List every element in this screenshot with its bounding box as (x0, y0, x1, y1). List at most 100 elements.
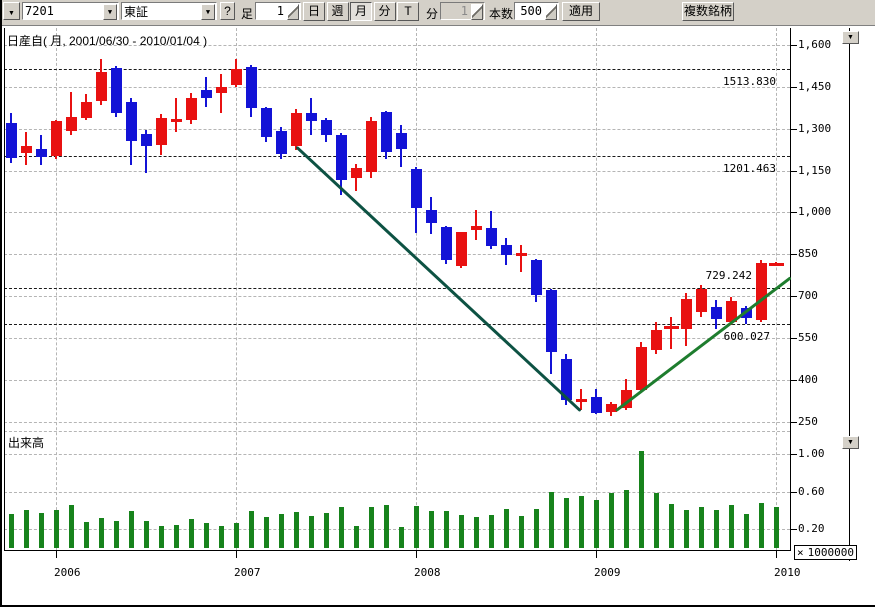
h-gridline (4, 254, 790, 255)
candle-body (231, 69, 242, 86)
price-tick-label: 400 (798, 373, 818, 386)
candle-body (351, 168, 362, 179)
volume-bar (144, 521, 149, 548)
v-gridline (236, 28, 237, 550)
price-tick-label: 1,300 (798, 122, 831, 135)
candle-body (636, 347, 647, 390)
period-button-T[interactable]: T (397, 2, 419, 21)
volume-bar (39, 513, 44, 548)
minutes-input (441, 3, 470, 19)
symbol-input[interactable] (23, 3, 103, 19)
candle-body (201, 90, 212, 98)
volume-bar (309, 516, 314, 548)
candle-body (396, 133, 407, 148)
interval-spinner[interactable] (255, 2, 301, 20)
price-tick (790, 422, 797, 423)
exchange-input[interactable] (122, 3, 200, 19)
spinner-icon[interactable] (545, 4, 557, 20)
symbol-list-dropdown-button[interactable]: ▼ (3, 2, 20, 20)
price-pane-right-border (790, 28, 791, 551)
candle-wick (670, 317, 672, 349)
volume-bar (774, 507, 779, 548)
minutes-spinner (440, 2, 485, 20)
year-label: 2010 (774, 566, 801, 579)
candle-body (756, 263, 767, 320)
chart-app-window: { "toolbar": { "dropdown_icon": "▼", "sy… (0, 0, 875, 607)
candle-body (441, 227, 452, 260)
bars-spinner[interactable] (514, 2, 559, 20)
chevron-down-icon: ▼ (847, 439, 854, 446)
volume-bar (249, 511, 254, 548)
year-tick (236, 550, 237, 558)
volume-bar (564, 498, 569, 548)
period-button-週[interactable]: 週 (327, 2, 349, 21)
volume-bar (639, 451, 644, 548)
candle-body (51, 121, 62, 156)
candle-body (531, 260, 542, 295)
candle-body (501, 245, 512, 254)
multi-symbol-button[interactable]: 複数銘柄 (682, 2, 734, 21)
price-tick (790, 338, 797, 339)
year-label: 2008 (414, 566, 441, 579)
volume-gridline (4, 454, 790, 455)
period-button-月[interactable]: 月 (350, 2, 372, 21)
help-button[interactable]: ? (220, 2, 235, 20)
volume-bar (354, 526, 359, 548)
v-gridline (56, 28, 57, 550)
volume-bar (624, 490, 629, 548)
candle-body (471, 226, 482, 230)
volume-bar (549, 492, 554, 548)
year-tick (416, 550, 417, 558)
interval-input[interactable] (256, 3, 286, 19)
chevron-down-icon: ▼ (847, 34, 854, 41)
symbol-dropdown-arrow[interactable]: ▼ (103, 4, 117, 20)
multiplier-value: 1000000 (808, 546, 854, 559)
year-tick (596, 550, 597, 558)
candle-wick (220, 74, 222, 113)
candle-body (546, 290, 557, 352)
pane-separator (4, 431, 790, 432)
price-scale-dropdown-button[interactable]: ▼ (842, 31, 859, 44)
candle-body (681, 299, 692, 329)
symbol-combobox[interactable]: ▼ (22, 2, 119, 20)
candle-body (321, 120, 332, 135)
price-tick (790, 296, 797, 297)
volume-bar (474, 517, 479, 548)
year-label: 2007 (234, 566, 261, 579)
volume-bar (54, 510, 59, 548)
candle-body (561, 359, 572, 401)
volume-bar (414, 506, 419, 548)
price-pane-left-border (4, 28, 5, 550)
candle-body (81, 102, 92, 118)
volume-bar (99, 518, 104, 548)
volume-bar (234, 523, 239, 548)
exchange-dropdown-arrow[interactable]: ▼ (201, 4, 215, 20)
candle-body (366, 121, 377, 173)
period-button-日[interactable]: 日 (303, 2, 325, 21)
spinner-icon[interactable] (287, 4, 299, 20)
level-line (4, 156, 790, 157)
volume-bar (729, 505, 734, 548)
candle-body (606, 404, 617, 412)
candle-body (576, 399, 587, 402)
volume-bar (204, 523, 209, 548)
volume-bar (594, 500, 599, 548)
apply-button[interactable]: 適用 (562, 2, 600, 21)
volume-bar (219, 526, 224, 548)
bars-label: 本数 (489, 5, 513, 22)
x-axis-line (4, 550, 791, 551)
exchange-combobox[interactable]: ▼ (121, 2, 217, 20)
price-tick-label: 700 (798, 289, 818, 302)
volume-bar (279, 514, 284, 548)
toolbar: ▼ ▼ ▼ ? 足 日週月分T 分 本数 適用 複数銘柄 (0, 0, 875, 26)
volume-bar (264, 517, 269, 548)
bars-input[interactable] (515, 3, 544, 19)
volume-bar (684, 510, 689, 548)
candle-body (261, 108, 272, 136)
price-tick (790, 380, 797, 381)
period-button-分[interactable]: 分 (374, 2, 396, 21)
candle-body (66, 117, 77, 132)
level-line-label: 1513.830 (686, 75, 776, 88)
volume-bar (699, 507, 704, 548)
volume-scale-dropdown-button[interactable]: ▼ (842, 436, 859, 449)
